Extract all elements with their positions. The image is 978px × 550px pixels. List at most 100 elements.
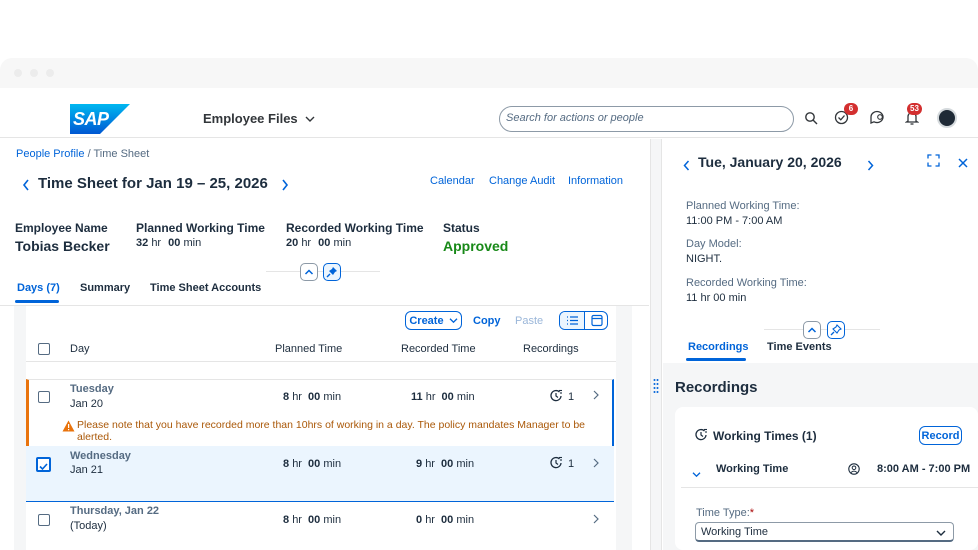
window-dot [14, 69, 22, 77]
prev-day-icon[interactable] [683, 158, 690, 176]
pin-header-button[interactable] [827, 321, 845, 339]
day-model-value: NIGHT. [686, 253, 723, 265]
recorded-min: 00 [318, 237, 331, 249]
hr-unit: hr [425, 458, 435, 470]
header-row-border [26, 361, 616, 362]
min-unit: min [183, 237, 202, 249]
calendar-view-button[interactable] [585, 312, 607, 329]
tab-recordings[interactable]: Recordings [688, 341, 749, 353]
column-planned-time: Planned Time [275, 343, 343, 355]
sap-logo[interactable]: SAP [70, 104, 130, 134]
tasks-badge: 6 [844, 103, 858, 115]
recorded-working-time-value: 11 hr 00 min [686, 292, 747, 304]
change-audit-link[interactable]: Change Audit [489, 175, 555, 187]
tab-time-sheet-accounts[interactable]: Time Sheet Accounts [150, 282, 261, 294]
pane-divider[interactable] [650, 139, 662, 550]
chevron-down-icon [305, 111, 315, 126]
chevron-up-icon [304, 269, 314, 275]
record-button[interactable]: Record [919, 426, 962, 445]
min-unit: min [456, 458, 475, 470]
employee-name-value: Tobias Becker [15, 238, 110, 254]
recorded-min: 00 [441, 391, 454, 403]
copy-button[interactable]: Copy [473, 315, 501, 327]
collapse-header-button[interactable] [803, 321, 821, 339]
table-row[interactable] [26, 379, 614, 446]
list-view-button[interactable] [560, 312, 585, 329]
min-unit: min [323, 514, 342, 526]
planned-working-time-value: 11:00 PM - 7:00 AM [686, 215, 783, 227]
calendar-link[interactable]: Calendar [430, 175, 475, 187]
recorded-min: 00 [441, 514, 454, 526]
column-recordings: Recordings [523, 343, 579, 355]
min-unit: min [456, 514, 475, 526]
column-recorded-time: Recorded Time [401, 343, 476, 355]
search-input[interactable]: Search for actions or people [499, 106, 794, 132]
tab-days[interactable]: Days (7) [17, 282, 60, 294]
breadcrumb-separator: / [87, 148, 91, 160]
time-type-select[interactable]: Working Time [695, 522, 954, 542]
row-weekday: Tuesday [70, 383, 114, 395]
create-menu-button[interactable]: Create [405, 311, 462, 330]
row-checkbox-checked[interactable] [36, 457, 51, 472]
working-time-item-title: Working Time [716, 463, 789, 475]
next-day-icon[interactable] [867, 158, 874, 176]
chat-icon[interactable] [869, 110, 885, 126]
search-icon[interactable] [804, 111, 820, 127]
status-value: Approved [443, 238, 509, 254]
notifications-badge: 53 [907, 103, 922, 115]
app-name-menu[interactable]: Employee Files [203, 111, 315, 126]
information-link[interactable]: Information [568, 175, 623, 187]
hr-unit: hr [425, 514, 435, 526]
resize-grip-icon[interactable] [653, 378, 659, 399]
avatar[interactable] [937, 108, 957, 128]
tab-recordings-indicator [686, 358, 746, 361]
hr-unit: hr [425, 391, 436, 403]
list-icon [567, 316, 578, 325]
prev-week-icon[interactable] [22, 178, 30, 196]
row-date: (Today) [70, 520, 107, 532]
hr-unit: hr [292, 458, 302, 470]
fullscreen-icon[interactable] [927, 154, 940, 172]
row-weekday: Thursday, Jan 22 [70, 505, 160, 517]
employee-name-label: Employee Name [15, 221, 108, 235]
create-label: Create [409, 315, 444, 327]
select-all-checkbox[interactable] [38, 343, 50, 355]
chevron-right-icon[interactable] [593, 458, 599, 471]
breadcrumb: People Profile / Time Sheet [16, 148, 149, 160]
chevron-right-icon[interactable] [593, 390, 599, 403]
chevron-right-icon[interactable] [593, 514, 599, 527]
time-type-value: Working Time [701, 526, 769, 538]
next-week-icon[interactable] [281, 178, 289, 196]
recordings-section-title: Recordings [675, 379, 758, 396]
page-title: Time Sheet for Jan 19 – 25, 2026 [38, 175, 268, 192]
row-checkbox[interactable] [38, 514, 50, 526]
row-recordings-count: 1 [568, 458, 575, 470]
row-planned-time: 8 hr 00 min [283, 514, 341, 526]
calendar-icon [591, 314, 603, 327]
close-icon[interactable] [958, 155, 968, 173]
recorded-working-time-label: Recorded Working Time [286, 221, 424, 235]
row-recorded-time: 9 hr 00 min [416, 458, 474, 470]
warning-message-line2: alerted. [77, 431, 113, 443]
pin-icon [830, 324, 842, 336]
window-dot [30, 69, 38, 77]
row-weekday: Wednesday [70, 450, 131, 462]
chevron-down-icon[interactable] [692, 465, 701, 483]
chevron-down-icon [449, 318, 458, 324]
tab-days-indicator [15, 300, 59, 303]
required-mark: * [749, 507, 755, 519]
planned-working-time-value: 32 hr 00 min [136, 237, 201, 249]
tab-time-events[interactable]: Time Events [767, 341, 832, 353]
planned-working-time-label: Planned Working Time [136, 221, 265, 235]
hr-unit: hr [151, 237, 162, 249]
hr-unit: hr [292, 514, 302, 526]
tab-summary[interactable]: Summary [80, 282, 130, 294]
pin-header-button[interactable] [323, 263, 341, 281]
row-checkbox[interactable] [38, 391, 50, 403]
row-date: Jan 21 [70, 464, 104, 476]
planned-min: 00 [168, 237, 181, 249]
breadcrumb-people-profile[interactable]: People Profile [16, 148, 85, 160]
recorded-hr: 9 [416, 458, 423, 470]
paste-button[interactable]: Paste [515, 315, 543, 327]
collapse-header-button[interactable] [300, 263, 318, 281]
